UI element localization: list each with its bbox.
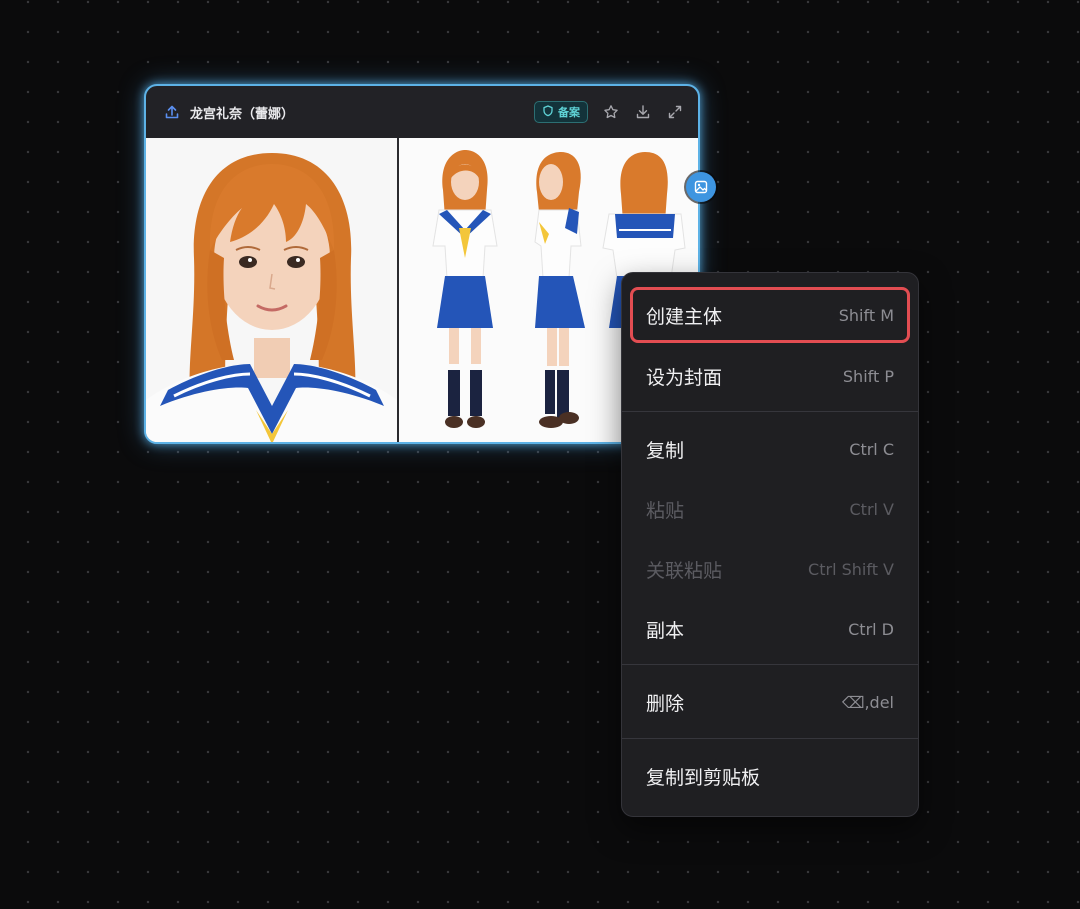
- menu-item-label: 关联粘贴: [646, 559, 723, 582]
- filing-badge[interactable]: 备案: [534, 101, 588, 123]
- menu-item-label: 复制到剪贴板: [646, 766, 761, 789]
- menu-item-set-cover[interactable]: 设为封面 Shift P: [632, 350, 908, 402]
- menu-item-linked-paste[interactable]: 关联粘贴 Ctrl Shift V: [632, 543, 908, 595]
- context-menu: 创建主体 Shift M 设为封面 Shift P 复制 Ctrl C 粘贴 C…: [621, 272, 919, 817]
- image-preview-area: [146, 138, 698, 442]
- expand-icon[interactable]: [666, 103, 684, 121]
- shield-icon: [542, 104, 554, 120]
- image-node-card[interactable]: 龙宫礼奈（蕾娜） 备案: [144, 84, 700, 444]
- menu-item-shortcut: Ctrl Shift V: [808, 559, 894, 579]
- menu-item-label: 删除: [646, 692, 685, 715]
- image-icon[interactable]: [686, 172, 716, 202]
- badge-label: 备案: [558, 106, 580, 119]
- menu-item-delete[interactable]: 删除 ⌫,del: [632, 676, 908, 728]
- upload-icon[interactable]: [164, 104, 180, 120]
- menu-item-shortcut: Shift M: [838, 305, 894, 325]
- menu-separator: [622, 411, 918, 412]
- menu-item-shortcut: ⌫,del: [841, 692, 894, 712]
- menu-separator: [622, 664, 918, 665]
- menu-item-label: 设为封面: [646, 366, 723, 389]
- menu-item-shortcut: Ctrl D: [848, 619, 894, 639]
- menu-item-create-subject[interactable]: 创建主体 Shift M: [630, 287, 910, 343]
- menu-item-label: 创建主体: [646, 305, 723, 328]
- download-icon[interactable]: [634, 103, 652, 121]
- menu-item-shortcut: Ctrl V: [849, 499, 895, 519]
- menu-item-shortcut: Shift P: [842, 366, 894, 386]
- menu-item-shortcut: Ctrl C: [849, 439, 894, 459]
- portrait-image: [146, 138, 399, 442]
- star-icon[interactable]: [602, 103, 620, 121]
- menu-item-label: 复制: [646, 439, 685, 462]
- menu-item-paste[interactable]: 粘贴 Ctrl V: [632, 483, 908, 535]
- menu-item-label: 副本: [646, 619, 685, 642]
- menu-item-copy-to-clipboard[interactable]: 复制到剪贴板: [632, 750, 908, 802]
- node-title: 龙宫礼奈（蕾娜）: [190, 106, 295, 122]
- menu-item-duplicate[interactable]: 副本 Ctrl D: [632, 603, 908, 655]
- menu-separator: [622, 738, 918, 739]
- menu-item-label: 粘贴: [646, 499, 685, 522]
- menu-item-copy[interactable]: 复制 Ctrl C: [632, 423, 908, 475]
- node-header: 龙宫礼奈（蕾娜） 备案: [146, 86, 698, 138]
